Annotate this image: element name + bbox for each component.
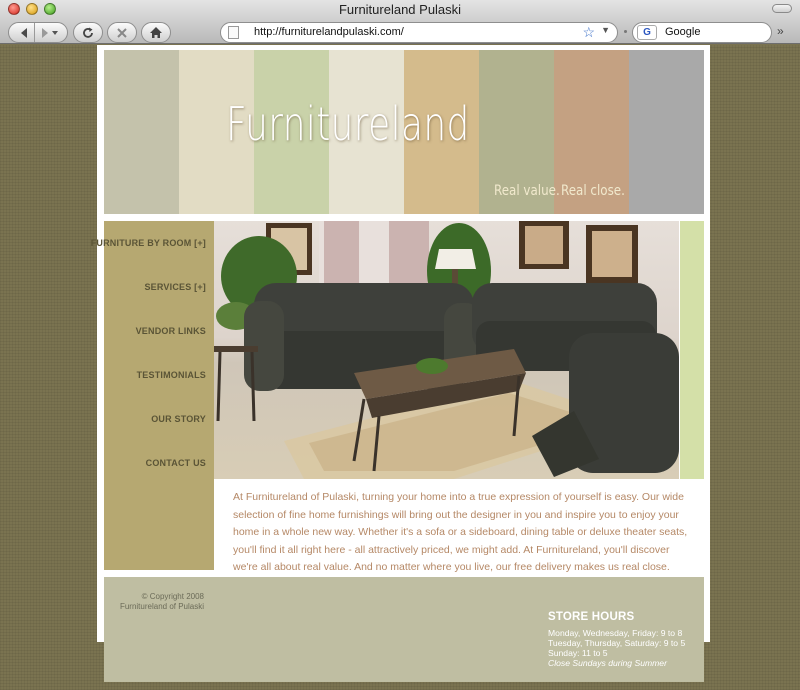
stop-icon	[116, 27, 128, 39]
sidebar-nav: FURNITURE BY ROOM [+] SERVICES [+] VENDO…	[91, 221, 214, 570]
url-text[interactable]: http://furniturelandpulaski.com/	[254, 26, 404, 38]
hours-line: Sunday: 11 to 5	[548, 648, 608, 658]
site-logo[interactable]: Furnitureland	[226, 97, 470, 151]
site-footer: © Copyright 2008 Furnitureland of Pulask…	[104, 577, 704, 682]
store-hours-heading: STORE HOURS	[548, 611, 635, 623]
copyright-notice: © Copyright 2008 Furnitureland of Pulask…	[113, 592, 204, 612]
back-icon[interactable]	[18, 26, 32, 40]
tagline-close: Real close.	[561, 183, 625, 199]
nav-item-furniture-by-room[interactable]: FURNITURE BY ROOM [+]	[91, 238, 206, 248]
page-icon	[228, 26, 239, 39]
nav-item-services[interactable]: SERVICES [+]	[144, 282, 206, 292]
nav-item-vendor-links[interactable]: VENDOR LINKS	[136, 326, 206, 336]
title-bar: Furnitureland Pulaski	[0, 0, 800, 18]
accent-bar	[680, 221, 704, 479]
forward-icon[interactable]	[37, 26, 51, 40]
home-icon	[149, 26, 163, 39]
bookmark-star-icon[interactable]: ☆	[582, 24, 595, 41]
stop-button[interactable]	[107, 22, 137, 43]
search-input[interactable]: Google	[665, 26, 700, 38]
reload-button[interactable]	[73, 22, 103, 43]
header-stripe	[104, 50, 179, 214]
header-stripe	[629, 50, 704, 214]
more-tools-icon[interactable]: »	[777, 24, 784, 38]
window-title: Furnitureland Pulaski	[338, 2, 462, 17]
living-room-photo	[214, 221, 679, 479]
history-dropdown-icon[interactable]	[51, 29, 59, 37]
nav-item-contact-us[interactable]: CONTACT US	[146, 458, 206, 468]
url-dropdown-icon[interactable]: ▼	[601, 25, 610, 35]
address-bar[interactable]: http://furniturelandpulaski.com/ ☆ ▼	[220, 22, 618, 43]
intro-paragraph: At Furnitureland of Pulaski, turning you…	[233, 491, 688, 573]
nav-item-our-story[interactable]: OUR STORY	[151, 414, 206, 424]
back-forward-control[interactable]	[8, 22, 68, 43]
company-name: Furnitureland of Pulaski	[119, 602, 204, 611]
hours-line: Tuesday, Thursday, Saturday: 9 to 5	[548, 638, 686, 648]
search-engine-icon[interactable]: G	[637, 25, 657, 40]
hours-note: Close Sundays during Summer	[548, 658, 667, 668]
toolbar-toggle-button[interactable]	[772, 4, 792, 13]
hours-line: Monday, Wednesday, Friday: 9 to 8	[548, 628, 683, 638]
search-bar[interactable]: G Google	[632, 22, 772, 43]
reload-icon	[81, 26, 95, 40]
tagline-value: Real value.	[494, 183, 560, 199]
home-button[interactable]	[141, 22, 171, 43]
site-container: Furnitureland Real value. Real close. FU…	[91, 45, 710, 682]
copyright-line: © Copyright 2008	[141, 592, 204, 601]
nav-item-testimonials[interactable]: TESTIMONIALS	[137, 370, 206, 380]
resize-grip-icon[interactable]	[624, 30, 627, 33]
browser-chrome: Furnitureland Pulaski http://furniturela…	[0, 0, 800, 44]
